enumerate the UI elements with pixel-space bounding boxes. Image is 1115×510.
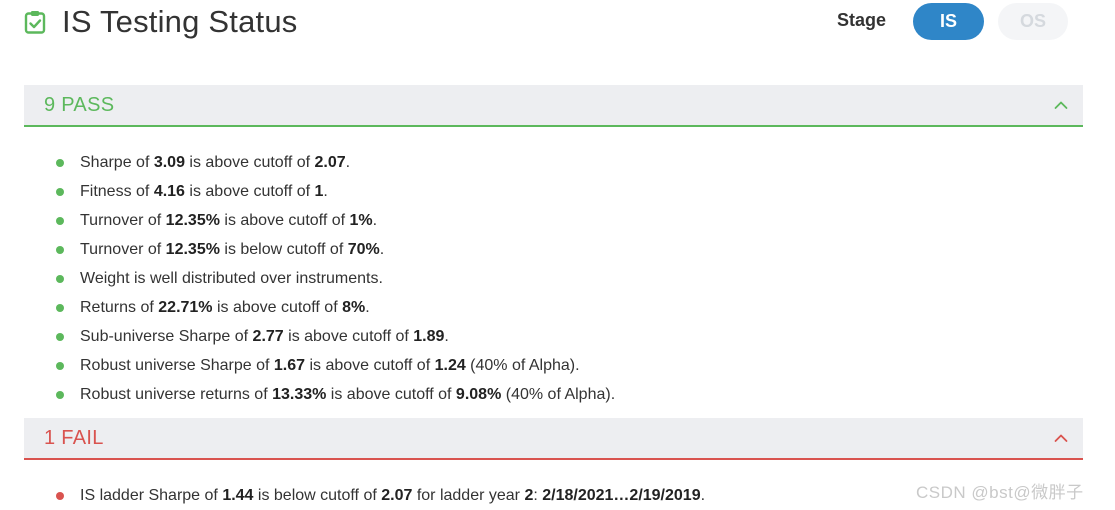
metric-value: 2.07	[314, 153, 346, 171]
result-text-part: Turnover of	[80, 211, 166, 229]
result-text-part: .	[379, 240, 385, 258]
page-title: IS Testing Status	[62, 4, 298, 39]
metric-value: 2/18/2021…2/19/2019	[542, 486, 701, 504]
pass-item: Fitness of 4.16 is above cutoff of 1.	[56, 177, 615, 206]
result-text-part: is above cutoff of	[184, 153, 315, 171]
result-text-part: Robust universe returns of	[80, 385, 273, 403]
result-text-part: Returns of	[80, 298, 159, 316]
result-text: Sharpe of 3.09 is above cutoff of 2.07.	[80, 154, 350, 172]
result-text: Turnover of 12.35% is above cutoff of 1%…	[80, 212, 377, 230]
result-text-part: is below cutoff of	[219, 240, 348, 258]
result-text-part: Weight is well distributed over instrume…	[80, 269, 383, 287]
result-text: Turnover of 12.35% is below cutoff of 70…	[80, 241, 384, 259]
stage-label: Stage	[837, 10, 887, 30]
result-text-part: is below cutoff of	[253, 486, 382, 504]
fail-count-label: 1 FAIL	[44, 426, 104, 449]
pass-item: Robust universe Sharpe of 1.67 is above …	[56, 351, 615, 380]
result-text-part: (40% of Alpha).	[501, 385, 616, 403]
result-text: Fitness of 4.16 is above cutoff of 1.	[80, 183, 328, 201]
result-text-part: .	[345, 153, 351, 171]
bullet-dot-icon	[56, 332, 64, 341]
result-text-part: .	[444, 327, 449, 345]
metric-value: 3.09	[153, 153, 185, 171]
result-text-part: Sub-universe Sharpe of	[80, 327, 253, 345]
bullet-dot-icon	[56, 303, 64, 312]
metric-value: 2	[524, 486, 534, 504]
page-header: IS Testing Status Stage IS OS	[0, 0, 1115, 48]
metric-value: 8%	[342, 298, 366, 316]
result-text-part: Robust universe Sharpe of	[80, 356, 274, 374]
metric-value: 9.08%	[455, 385, 502, 403]
pass-item: Robust universe returns of 13.33% is abo…	[56, 380, 615, 409]
bullet-dot-icon	[56, 158, 64, 167]
metric-value: 12.35%	[165, 240, 220, 258]
result-text-part: is above cutoff of	[326, 385, 456, 403]
metric-value: 2.77	[252, 327, 284, 345]
metric-value: 13.33%	[272, 385, 327, 403]
result-text: Sub-universe Sharpe of 2.77 is above cut…	[80, 328, 449, 346]
result-text: Returns of 22.71% is above cutoff of 8%.	[80, 299, 370, 317]
result-text-part: :	[533, 486, 543, 504]
result-text-part: .	[700, 486, 706, 504]
pass-item: Returns of 22.71% is above cutoff of 8%.	[56, 293, 615, 322]
result-text-part: is above cutoff of	[305, 356, 435, 374]
result-text: Robust universe returns of 13.33% is abo…	[80, 386, 615, 404]
result-text-part: Sharpe of	[80, 153, 154, 171]
metric-value: 1.44	[222, 486, 254, 504]
result-text-part: .	[365, 298, 370, 316]
metric-value: 22.71%	[158, 298, 213, 316]
metric-value: 1.89	[413, 327, 445, 345]
result-text: Robust universe Sharpe of 1.67 is above …	[80, 357, 580, 375]
metric-value: 70%	[347, 240, 380, 258]
fail-list: IS ladder Sharpe of 1.44 is below cutoff…	[56, 481, 705, 510]
metric-value: 4.16	[153, 182, 185, 200]
chevron-up-icon[interactable]	[1053, 97, 1069, 113]
result-text-part: is above cutoff of	[184, 182, 315, 200]
metric-value: 1%	[349, 211, 373, 229]
bullet-dot-icon	[56, 187, 64, 196]
metric-value: 1.24	[434, 356, 466, 374]
result-text-part: is above cutoff of	[283, 327, 414, 345]
bullet-dot-icon	[56, 245, 64, 254]
result-text-part: for ladder year	[412, 486, 525, 504]
bullet-dot-icon	[56, 216, 64, 225]
pass-item: Sharpe of 3.09 is above cutoff of 2.07.	[56, 148, 615, 177]
metric-value: 12.35%	[165, 211, 220, 229]
stage-is-button[interactable]: IS	[913, 3, 984, 40]
chevron-up-icon[interactable]	[1053, 430, 1069, 446]
pass-item: Weight is well distributed over instrume…	[56, 264, 615, 293]
bullet-dot-icon	[56, 491, 64, 500]
result-text: IS ladder Sharpe of 1.44 is below cutoff…	[80, 487, 705, 505]
result-text-part: (40% of Alpha).	[465, 356, 580, 374]
watermark: CSDN @bst@微胖子	[916, 483, 1084, 502]
bullet-dot-icon	[56, 361, 64, 370]
pass-item: Sub-universe Sharpe of 2.77 is above cut…	[56, 322, 615, 351]
result-text-part: Fitness of	[80, 182, 154, 200]
result-text-part: .	[372, 211, 378, 229]
pass-item: Turnover of 12.35% is above cutoff of 1%…	[56, 206, 615, 235]
result-text-part: is above cutoff of	[219, 211, 350, 229]
title-group: IS Testing Status	[24, 4, 297, 40]
metric-value: 2.07	[381, 486, 413, 504]
fail-item: IS ladder Sharpe of 1.44 is below cutoff…	[56, 481, 705, 510]
result-text-part: .	[323, 182, 328, 200]
result-text-part: IS ladder Sharpe of	[80, 486, 223, 504]
pass-section-header[interactable]: 9 PASS	[24, 85, 1083, 127]
clipboard-check-icon	[24, 11, 46, 34]
bullet-dot-icon	[56, 390, 64, 399]
pass-list: Sharpe of 3.09 is above cutoff of 2.07. F…	[56, 148, 615, 409]
metric-value: 1.67	[273, 356, 306, 374]
result-text-part: is above cutoff of	[212, 298, 343, 316]
stage-os-button[interactable]: OS	[998, 3, 1068, 40]
fail-section-header[interactable]: 1 FAIL	[24, 418, 1083, 460]
bullet-dot-icon	[56, 274, 64, 283]
result-text-part: Turnover of	[80, 240, 166, 258]
result-text: Weight is well distributed over instrume…	[80, 270, 383, 288]
pass-count-label: 9 PASS	[44, 93, 115, 116]
pass-item: Turnover of 12.35% is below cutoff of 70…	[56, 235, 615, 264]
